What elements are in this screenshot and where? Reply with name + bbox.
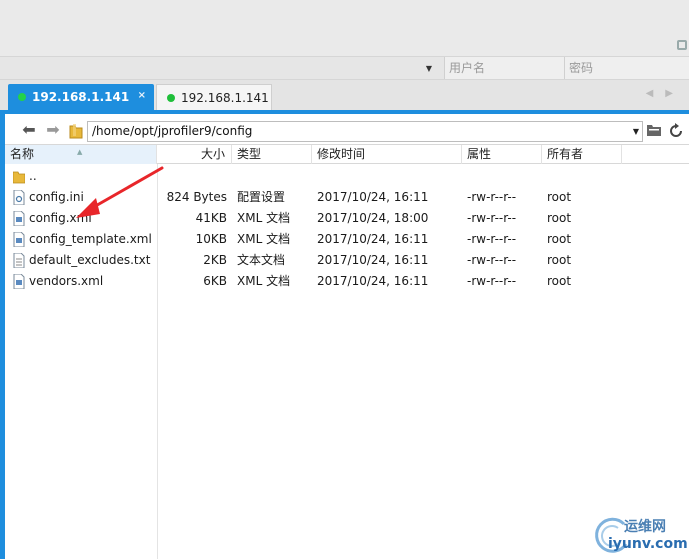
path-text: /home/opt/jprofiler9/config	[92, 124, 253, 138]
xml-file-icon	[13, 274, 25, 289]
file-type: XML 文档	[237, 274, 291, 288]
file-size: 41KB	[195, 211, 227, 225]
file-mtime: 2017/10/24, 18:00	[317, 211, 429, 225]
watermark-cn: 运维网	[624, 519, 666, 535]
close-icon[interactable]: ×	[138, 90, 146, 101]
forward-arrow-icon[interactable]: ➡	[43, 122, 63, 140]
list-item[interactable]: config_template.xml 10KB XML 文档 2017/10/…	[5, 229, 689, 250]
column-header-name[interactable]: 名称 ▲	[5, 145, 157, 164]
file-attr: -rw-r--r--	[467, 190, 517, 204]
file-type: 配置设置	[237, 190, 286, 204]
open-folder-icon[interactable]	[645, 123, 663, 139]
file-name: config.ini	[29, 190, 84, 204]
xml-file-icon	[13, 232, 25, 247]
file-owner: root	[547, 190, 572, 204]
tab-session-1[interactable]: 192.168.1.141 ×	[8, 84, 154, 110]
path-input[interactable]: /home/opt/jprofiler9/config ▼	[87, 121, 643, 142]
sort-caret-icon: ▲	[77, 148, 83, 156]
file-attr: -rw-r--r--	[467, 211, 517, 225]
host-dropdown-icon[interactable]: ▼	[420, 57, 438, 79]
file-name: config.xml	[29, 211, 92, 225]
watermark-logo: 运维网 iyunv.com	[588, 512, 689, 559]
list-item[interactable]: config.xml 41KB XML 文档 2017/10/24, 18:00…	[5, 208, 689, 229]
column-header-owner[interactable]: 所有者	[542, 145, 622, 164]
file-name: default_excludes.txt	[29, 253, 151, 267]
file-type: XML 文档	[237, 211, 291, 225]
watermark-en: iyunv.com	[608, 536, 688, 552]
file-mtime: 2017/10/24, 16:11	[317, 232, 429, 246]
username-input[interactable]: 用户名	[444, 57, 564, 79]
column-header-attr[interactable]: 属性	[462, 145, 542, 164]
list-item-parent-dir[interactable]: ..	[5, 166, 689, 187]
path-toolbar: ⬅ ➡ /home/opt/jprofiler9/config ▼	[5, 118, 689, 144]
column-header-mtime[interactable]: 修改时间	[312, 145, 462, 164]
folder-icon	[69, 124, 83, 139]
file-name: ..	[29, 169, 37, 183]
list-item[interactable]: default_excludes.txt 2KB 文本文档 2017/10/24…	[5, 250, 689, 271]
file-owner: root	[547, 274, 572, 288]
tab-label: 192.168.1.141	[32, 90, 130, 104]
file-browser-panel: ⬅ ➡ /home/opt/jprofiler9/config ▼ 名称 ▲ 大…	[5, 110, 689, 559]
xml-file-icon	[13, 211, 25, 226]
column-header-name-label: 名称	[10, 147, 35, 161]
file-mtime: 2017/10/24, 16:11	[317, 253, 429, 267]
file-type: 文本文档	[237, 253, 286, 267]
list-item[interactable]: vendors.xml 6KB XML 文档 2017/10/24, 16:11…	[5, 271, 689, 292]
folder-icon	[13, 171, 25, 184]
column-header-size[interactable]: 大小	[157, 145, 232, 164]
file-mtime: 2017/10/24, 16:11	[317, 190, 429, 204]
refresh-icon[interactable]	[667, 123, 685, 139]
file-attr: -rw-r--r--	[467, 274, 517, 288]
file-attr: -rw-r--r--	[467, 253, 517, 267]
text-file-icon	[13, 253, 25, 268]
window-top-area	[0, 0, 689, 56]
session-tabbar: 192.168.1.141 × 192.168.1.141 ◀▶	[0, 80, 689, 110]
credentials-bar: ▼ 用户名 密码	[0, 56, 689, 80]
file-attr: -rw-r--r--	[467, 232, 517, 246]
tab-session-2[interactable]: 192.168.1.141	[156, 84, 272, 110]
file-name: config_template.xml	[29, 232, 152, 246]
password-input[interactable]: 密码	[564, 57, 689, 79]
file-mtime: 2017/10/24, 16:11	[317, 274, 429, 288]
file-size: 10KB	[195, 232, 227, 246]
file-size: 824 Bytes	[166, 190, 227, 204]
window-icon	[677, 40, 687, 50]
file-type: XML 文档	[237, 232, 291, 246]
file-size: 2KB	[203, 253, 227, 267]
list-item[interactable]: config.ini 824 Bytes 配置设置 2017/10/24, 16…	[5, 187, 689, 208]
tab-scroll-arrows-icon[interactable]: ◀▶	[646, 88, 685, 99]
chevron-down-icon[interactable]: ▼	[633, 122, 639, 141]
file-name: vendors.xml	[29, 274, 104, 288]
file-size: 6KB	[203, 274, 227, 288]
file-owner: root	[547, 253, 572, 267]
file-owner: root	[547, 232, 572, 246]
column-header-type[interactable]: 类型	[232, 145, 312, 164]
tab-label: 192.168.1.141	[181, 90, 269, 105]
file-owner: root	[547, 211, 572, 225]
connected-dot-icon	[18, 93, 26, 101]
settings-file-icon	[13, 190, 25, 205]
connected-dot-icon	[167, 93, 175, 102]
back-arrow-icon[interactable]: ⬅	[19, 122, 39, 140]
file-list-header: 名称 ▲ 大小 类型 修改时间 属性 所有者	[5, 144, 689, 164]
